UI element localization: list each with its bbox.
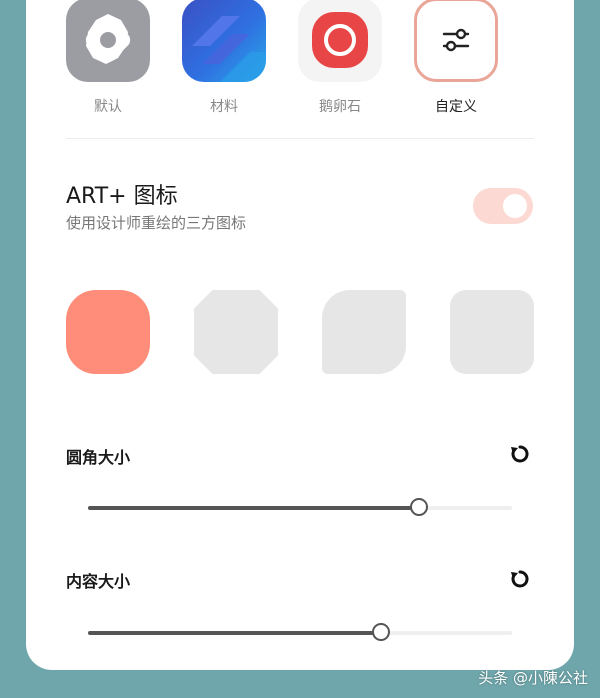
shape-option-leaf[interactable] xyxy=(322,290,406,374)
material-style-tile xyxy=(182,0,266,82)
settings-card: 默认 材料 鹅卵石 自定义 ART+ 图标 使用设计师重绘的三方图标 圆角大小 … xyxy=(26,0,574,670)
material-layers-icon xyxy=(192,16,266,82)
art-plus-toggle[interactable] xyxy=(473,188,533,224)
style-label: 鹅卵石 xyxy=(319,99,361,115)
reset-icon[interactable] xyxy=(509,568,531,590)
sliders-icon xyxy=(442,28,470,52)
style-option-material[interactable]: 材料 xyxy=(174,0,274,116)
icon-style-selector: 默认 材料 鹅卵石 自定义 xyxy=(26,0,574,118)
circle-icon xyxy=(312,12,368,68)
shape-option-octagon[interactable] xyxy=(194,290,278,374)
watermark: 头条 @小陳公社 xyxy=(478,669,588,687)
style-label: 默认 xyxy=(94,99,122,115)
art-plus-title: ART+ 图标 xyxy=(66,184,178,209)
corner-size-label: 圆角大小 xyxy=(66,448,131,467)
pebble-style-tile xyxy=(298,0,382,82)
toggle-knob xyxy=(503,194,527,218)
reset-icon[interactable] xyxy=(509,443,531,465)
slider-fill xyxy=(88,506,419,510)
style-option-pebble[interactable]: 鹅卵石 xyxy=(290,0,390,116)
slider-fill xyxy=(88,631,381,635)
slider-thumb[interactable] xyxy=(409,498,428,516)
art-plus-subtitle: 使用设计师重绘的三方图标 xyxy=(66,214,247,232)
shape-option-rounded-square[interactable] xyxy=(450,290,534,374)
content-size-label: 内容大小 xyxy=(66,572,131,591)
gear-icon xyxy=(85,14,131,64)
corner-size-slider[interactable] xyxy=(88,498,512,516)
style-label: 自定义 xyxy=(435,99,477,115)
slider-thumb[interactable] xyxy=(371,623,390,641)
content-size-slider[interactable] xyxy=(88,623,512,641)
custom-style-tile xyxy=(414,0,498,82)
shape-option-squircle[interactable] xyxy=(66,290,150,374)
style-option-custom[interactable]: 自定义 xyxy=(406,0,506,116)
style-label: 材料 xyxy=(210,99,238,115)
default-style-tile xyxy=(66,0,150,82)
style-option-default[interactable]: 默认 xyxy=(58,0,158,116)
divider xyxy=(66,138,534,139)
